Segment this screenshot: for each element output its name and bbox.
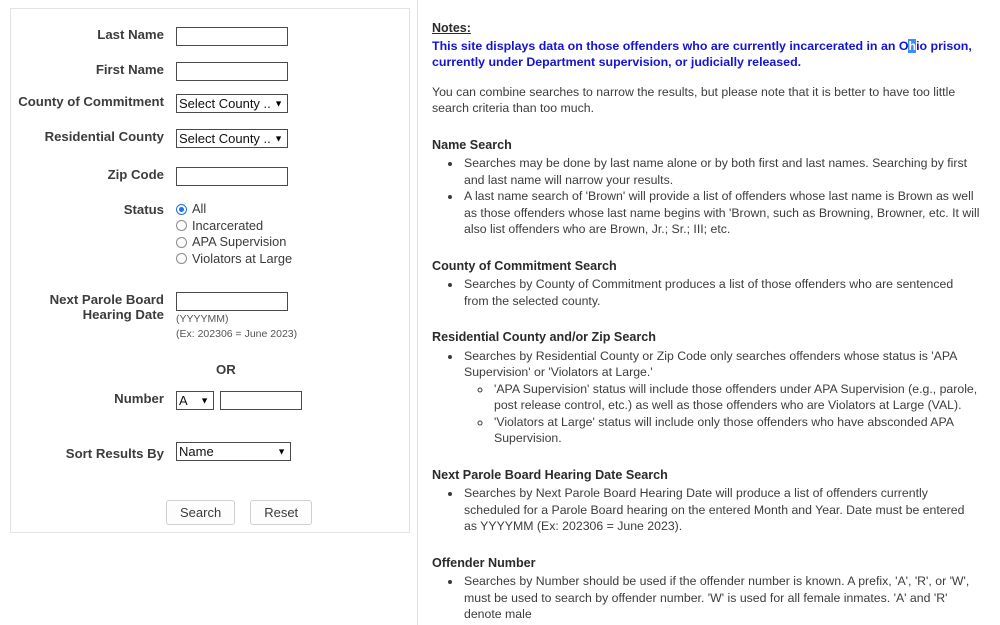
status-radio-apa-supervision-label: APA Supervision: [192, 234, 287, 249]
zip-code-label: Zip Code: [107, 167, 164, 182]
list-item: 'APA Supervision' status will include th…: [492, 381, 980, 414]
sort-results-by-control: Name ▼: [176, 442, 291, 461]
parole-hearing-date-label-line1: Next Parole Board: [49, 292, 164, 307]
first-name-control: [176, 62, 288, 81]
section-heading: County of Commitment Search: [432, 258, 617, 273]
field-row-offender-number: Number A ▼: [11, 391, 302, 410]
section-offender-number: Offender Number Searches by Number shoul…: [432, 555, 980, 623]
field-row-county-of-commitment: County of Commitment Select County ... ▼: [11, 94, 288, 113]
section-bullet-list: Searches by County of Commitment produce…: [432, 276, 980, 309]
residential-county-select-wrap: Select County ... ▼: [176, 129, 288, 148]
radio-indicator-violators-at-large[interactable]: [176, 253, 187, 264]
residential-county-control: Select County ... ▼: [176, 129, 288, 148]
notes-intro-paragraph: You can combine searches to narrow the r…: [432, 84, 956, 116]
section-county-of-commitment-search: County of Commitment Search Searches by …: [432, 258, 980, 310]
zip-code-control: [176, 167, 288, 186]
parole-hearing-date-input[interactable]: [176, 292, 288, 311]
form-action-buttons: Search Reset: [166, 500, 313, 525]
radio-indicator-all[interactable]: [176, 203, 187, 215]
sort-results-by-label: Sort Results By: [65, 446, 164, 461]
parole-date-format-hint: (YYYYMM): [176, 313, 229, 325]
first-name-input[interactable]: [176, 62, 288, 81]
notes-highlight-statement: This site displays data on those offende…: [432, 38, 980, 70]
list-item: Searches by Next Parole Board Hearing Da…: [462, 485, 980, 535]
sort-results-by-select-wrap: Name ▼: [176, 442, 291, 461]
section-heading: Name Search: [432, 137, 512, 152]
status-control: All Incarcerated APA Supervision Violato…: [176, 202, 292, 266]
status-label: Status: [123, 202, 164, 217]
offender-number-prefix-select[interactable]: A: [176, 391, 214, 410]
field-row-sort-results-by: Sort Results By Name ▼: [11, 442, 291, 461]
status-radio-apa-supervision[interactable]: APA Supervision: [176, 235, 292, 249]
status-radio-incarcerated[interactable]: Incarcerated: [176, 217, 292, 233]
section-heading: Next Parole Board Hearing Date Search: [432, 467, 668, 482]
radio-indicator-incarcerated[interactable]: [176, 220, 187, 231]
offender-number-control: A ▼: [176, 391, 302, 410]
status-radio-group: All Incarcerated APA Supervision Violato…: [176, 202, 292, 266]
status-radio-incarcerated-label: Incarcerated: [192, 217, 264, 233]
list-item: Searches by Residential County or Zip Co…: [462, 348, 980, 447]
county-of-commitment-select[interactable]: Select County ...: [176, 94, 288, 113]
page-root: Last Name First Name County of Commitmen…: [0, 0, 1000, 625]
offender-number-input[interactable]: [220, 391, 302, 410]
parole-hearing-date-label-line2: Hearing Date: [82, 307, 164, 322]
zip-code-input[interactable]: [176, 167, 288, 186]
or-separator-text: OR: [216, 362, 236, 377]
list-item: 'Violators at Large' status will include…: [492, 414, 980, 447]
residential-county-select[interactable]: Select County ...: [176, 129, 288, 148]
section-residential-county-zip-search: Residential County and/or Zip Search Sea…: [432, 329, 980, 447]
last-name-control: [176, 27, 288, 46]
parole-hearing-date-control: (YYYYMM) (Ex: 202306 = June 2023): [176, 292, 297, 341]
section-bullet-list: Searches by Residential County or Zip Co…: [432, 348, 980, 447]
notes-highlight-part-a: This site displays data on those offende…: [432, 38, 909, 53]
offender-number-prefix-select-wrap: A ▼: [176, 391, 214, 410]
field-row-zip-code: Zip Code: [11, 167, 288, 186]
notes-heading: Notes:: [432, 21, 471, 35]
list-item: A last name search of 'Brown' will provi…: [462, 188, 980, 238]
section-parole-board-hearing-date-search: Next Parole Board Hearing Date Search Se…: [432, 467, 980, 535]
notes-panel: Notes: This site displays data on those …: [432, 20, 980, 623]
parole-date-example-hint: (Ex: 202306 = June 2023): [176, 328, 298, 340]
panel-divider: [417, 0, 418, 625]
status-radio-all-label: All: [192, 201, 207, 216]
status-radio-violators-at-large-label: Violators at Large: [192, 250, 293, 266]
field-row-first-name: First Name: [11, 62, 288, 81]
field-row-last-name: Last Name: [11, 27, 288, 46]
last-name-input[interactable]: [176, 27, 288, 46]
radio-indicator-apa-supervision[interactable]: [176, 236, 187, 248]
county-of-commitment-control: Select County ... ▼: [176, 94, 288, 113]
section-name-search: Name Search Searches may be done by last…: [432, 137, 980, 238]
list-item: Searches may be done by last name alone …: [462, 155, 980, 188]
field-row-status: Status All Incarcerated APA Supervision: [11, 202, 292, 266]
sort-results-by-select[interactable]: Name: [176, 442, 291, 461]
status-radio-all[interactable]: All: [176, 202, 292, 216]
status-radio-violators-at-large[interactable]: Violators at Large: [176, 250, 293, 266]
list-item: Searches by County of Commitment produce…: [462, 276, 980, 309]
residential-county-label: Residential County: [44, 129, 164, 144]
list-item-text: Searches by Residential County or Zip Co…: [464, 348, 957, 380]
text-selection-highlight: h: [908, 38, 917, 53]
last-name-label: Last Name: [97, 27, 164, 42]
county-of-commitment-select-wrap: Select County ... ▼: [176, 94, 288, 113]
section-bullet-list: Searches may be done by last name alone …: [432, 155, 980, 238]
section-heading: Offender Number: [432, 555, 536, 570]
section-heading: Residential County and/or Zip Search: [432, 330, 656, 344]
offender-search-form-panel: Last Name First Name County of Commitmen…: [10, 8, 410, 533]
section-sub-bullet-list: 'APA Supervision' status will include th…: [464, 381, 980, 447]
section-bullet-list: Searches by Next Parole Board Hearing Da…: [432, 485, 980, 535]
list-item: Searches by Number should be used if the…: [462, 573, 980, 623]
field-row-parole-hearing-date: Next Parole Board Hearing Date (YYYYMM) …: [11, 292, 297, 341]
offender-number-label: Number: [114, 391, 164, 406]
county-of-commitment-label: County of Commitment: [18, 94, 164, 109]
first-name-label: First Name: [95, 62, 164, 77]
field-row-residential-county: Residential County Select County ... ▼: [11, 129, 288, 148]
search-button[interactable]: Search: [166, 500, 236, 525]
section-bullet-list: Searches by Number should be used if the…: [432, 573, 980, 623]
reset-button[interactable]: Reset: [250, 500, 313, 525]
parole-hearing-date-label: Next Parole Board Hearing Date: [11, 292, 176, 322]
